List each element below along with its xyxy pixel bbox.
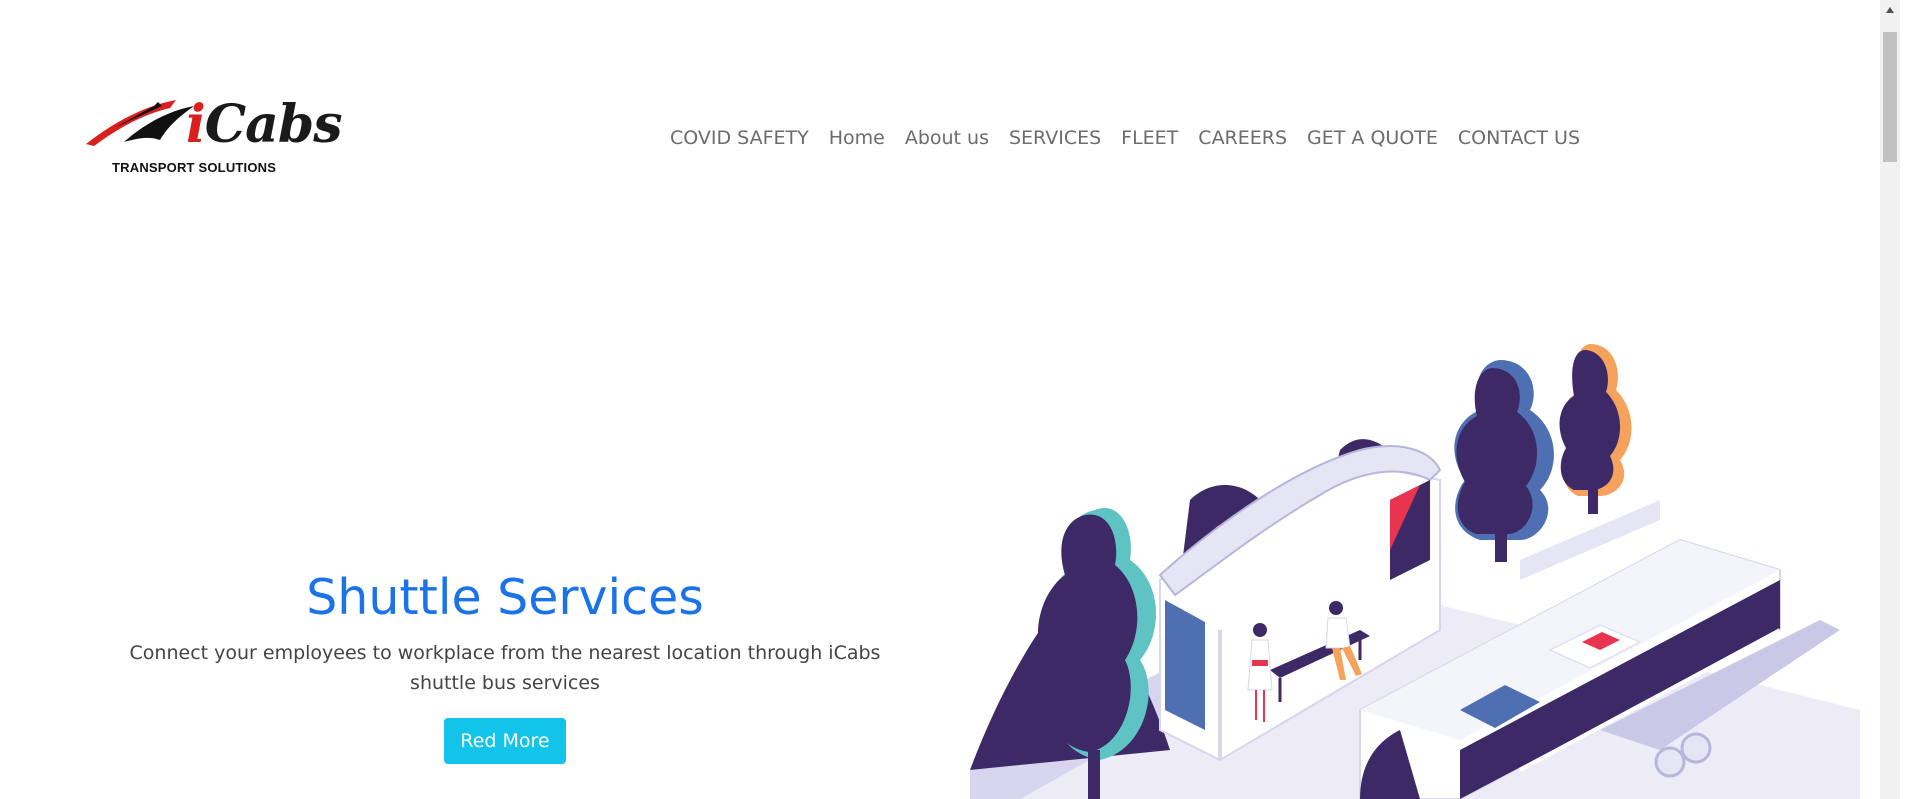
brand-logo[interactable]: iCabs TRANSPORT SOLUTIONS [84, 92, 342, 182]
hero-description: Connect your employees to workplace from… [129, 642, 881, 694]
hero-title: Shuttle Services [306, 569, 704, 626]
person-woman-belt [1252, 660, 1268, 666]
person-woman-head [1253, 623, 1267, 637]
nav-item-careers[interactable]: CAREERS [1188, 124, 1297, 152]
tree-far-right-trunk [1588, 486, 1598, 514]
hero-section: Shuttle Services Connect your employees … [110, 566, 900, 764]
nav-item-about-us[interactable]: About us [895, 124, 999, 152]
bus-wheel [1654, 746, 1686, 778]
tree-left-trunk [1088, 750, 1100, 799]
page: iCabs TRANSPORT SOLUTIONS COVID SAFETY H… [0, 0, 1900, 799]
shelter-glass [1165, 600, 1205, 730]
main-nav: COVID SAFETY Home About us SERVICES FLEE… [670, 124, 1590, 152]
scroll-up-arrow-icon[interactable] [1880, 0, 1900, 20]
nav-item-fleet[interactable]: FLEET [1111, 124, 1188, 152]
nav-item-home[interactable]: Home [819, 124, 895, 152]
read-more-button[interactable]: Red More [444, 718, 566, 764]
nav-item-contact-us[interactable]: CONTACT US [1448, 124, 1590, 152]
nav-item-services[interactable]: SERVICES [999, 124, 1111, 152]
nav-item-get-a-quote[interactable]: GET A QUOTE [1297, 124, 1448, 152]
logo-tagline: TRANSPORT SOLUTIONS [112, 160, 277, 175]
bus-wheel-2 [1680, 732, 1712, 764]
person-man-head [1329, 601, 1343, 615]
scrollbar-thumb[interactable] [1883, 32, 1897, 162]
tree-right-trunk [1495, 530, 1507, 562]
logo-letters-cabs: Cabs [204, 94, 343, 155]
logo-wordmark: iCabs [186, 92, 343, 158]
bus-stop-illustration [970, 344, 1860, 799]
person-man-body [1325, 617, 1351, 649]
vertical-scrollbar[interactable] [1880, 0, 1900, 799]
nav-item-covid-safety[interactable]: COVID SAFETY [670, 124, 819, 152]
logo-letter-i: i [186, 94, 206, 155]
